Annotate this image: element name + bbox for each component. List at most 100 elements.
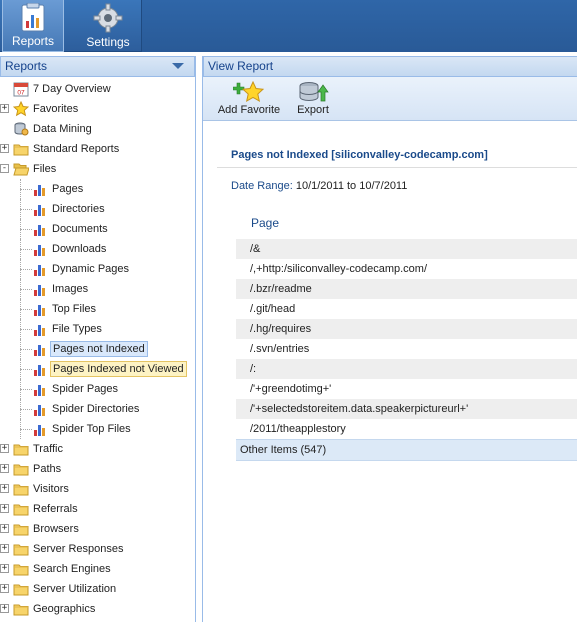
tree-node-label[interactable]: Paths (31, 461, 63, 477)
tree-node-images[interactable]: Images (0, 279, 194, 299)
tree-node-browsers[interactable]: + Browsers (0, 519, 194, 539)
tree-node-label[interactable]: Referrals (31, 501, 80, 517)
expand-toggle[interactable]: + (0, 504, 9, 513)
tree-node-favorites[interactable]: + Favorites (0, 99, 194, 119)
tree-node-label[interactable]: Dynamic Pages (50, 261, 131, 277)
add-favorite-button[interactable]: Add Favorite (217, 81, 281, 119)
tree-node-label[interactable]: 7 Day Overview (31, 81, 113, 97)
tree-node-label[interactable]: Spider Pages (50, 381, 120, 397)
tree-node-files[interactable]: - Files (0, 159, 194, 179)
tree-node-paths[interactable]: + Paths (0, 459, 194, 479)
expand-toggle[interactable]: + (0, 544, 9, 553)
expand-toggle[interactable]: + (0, 104, 9, 113)
tree-node-downloads[interactable]: Downloads (0, 239, 194, 259)
date-range-label: Date Range: (231, 180, 293, 192)
tree-node-server-responses[interactable]: + Server Responses (0, 539, 194, 559)
tree-node-standard-reports[interactable]: + Standard Reports (0, 139, 194, 159)
table-row[interactable]: /.svn/entries (236, 339, 577, 359)
table-row[interactable]: /.git/head (236, 299, 577, 319)
tree-node-documents[interactable]: Documents (0, 219, 194, 239)
tree-node-label[interactable]: Browsers (31, 521, 81, 537)
tree-node-label[interactable]: Spider Directories (50, 401, 141, 417)
tree-node-label[interactable]: Spider Top Files (50, 421, 133, 437)
tree-node-spider-directories[interactable]: Spider Directories (0, 399, 194, 419)
tree-node-visitors[interactable]: + Visitors (0, 479, 194, 499)
tree-node-label[interactable]: Standard Reports (31, 141, 121, 157)
tree-node-label[interactable]: Files (31, 161, 58, 177)
collapse-toggle[interactable]: - (0, 164, 9, 173)
tree-node-geographics[interactable]: + Geographics (0, 599, 194, 619)
export-button[interactable]: Export (293, 81, 333, 119)
tree-node-label[interactable]: Server Responses (31, 541, 126, 557)
tree-node-label[interactable]: Pages not Indexed (50, 341, 148, 357)
tree-node-label[interactable]: Documents (50, 221, 110, 237)
tree-node-label[interactable]: File Types (50, 321, 104, 337)
tree-node-pages-indexed-not-viewed[interactable]: Pages Indexed not Viewed (0, 359, 194, 379)
table-row[interactable]: /,+http:/siliconvalley-codecamp.com/ (236, 259, 577, 279)
top-toolbar: Reports Settings (0, 0, 577, 52)
reports-button[interactable]: Reports (2, 0, 64, 52)
tree-node-dynamic-pages[interactable]: Dynamic Pages (0, 259, 194, 279)
expand-toggle[interactable]: + (0, 144, 9, 153)
expand-toggle[interactable]: + (0, 484, 9, 493)
svg-text:07: 07 (17, 90, 25, 97)
tree-node-referrals[interactable]: + Referrals (0, 499, 194, 519)
view-report-header: View Report (203, 56, 577, 77)
add-favorite-label: Add Favorite (217, 104, 281, 116)
reports-panel-header: Reports (0, 56, 195, 77)
tree-connector (20, 329, 32, 330)
tree-node-data-mining[interactable]: Data Mining (0, 119, 194, 139)
tree-node-label[interactable]: Favorites (31, 101, 80, 117)
tree-node-spider-top-files[interactable]: Spider Top Files (0, 419, 194, 439)
tree-node-label[interactable]: Top Files (50, 301, 98, 317)
reports-panel: Reports 07 7 Day Overview + Favorites Data M… (0, 56, 196, 622)
tree-node-label[interactable]: Downloads (50, 241, 108, 257)
expand-toggle[interactable]: + (0, 604, 9, 613)
tree-node-pages[interactable]: Pages (0, 179, 194, 199)
tree-node-label[interactable]: Traffic (31, 441, 65, 457)
tree-node-label[interactable]: Data Mining (31, 121, 94, 137)
table-row[interactable]: /'+greendotimg+' (236, 379, 577, 399)
table-row[interactable]: /2011/theapplestory (236, 419, 577, 439)
tree-node-label[interactable]: Pages Indexed not Viewed (50, 361, 187, 377)
tree-node-server-utilization[interactable]: + Server Utilization (0, 579, 194, 599)
tree-node-search-engines[interactable]: + Search Engines (0, 559, 194, 579)
export-label: Export (297, 104, 329, 116)
bar-chart-icon (32, 341, 48, 357)
folder-icon (13, 441, 29, 457)
other-items-row[interactable]: Other Items (547) (236, 439, 577, 461)
tree-node-label[interactable]: Search Engines (31, 561, 113, 577)
tree-node-label[interactable]: Pages (50, 181, 85, 197)
tree-node-pages-not-indexed[interactable]: Pages not Indexed (0, 339, 194, 359)
bar-chart-icon (32, 261, 48, 277)
table-row[interactable]: /& (236, 239, 577, 259)
tree-node-label[interactable]: Server Utilization (31, 581, 118, 597)
bar-chart-icon (32, 281, 48, 297)
tree-node-directories[interactable]: Directories (0, 199, 194, 219)
collapse-arrow-icon[interactable] (172, 63, 184, 69)
expand-toggle[interactable]: + (0, 584, 9, 593)
settings-button[interactable]: Settings (77, 0, 139, 52)
table-row[interactable]: /.bzr/readme (236, 279, 577, 299)
table-row[interactable]: /: (236, 359, 577, 379)
tree-node-7-day-overview[interactable]: 07 7 Day Overview (0, 79, 194, 99)
tree-connector (20, 209, 32, 210)
tree-node-top-files[interactable]: Top Files (0, 299, 194, 319)
table-row[interactable]: /.hg/requires (236, 319, 577, 339)
tree-node-label[interactable]: Geographics (31, 601, 97, 617)
gear-icon (93, 3, 123, 33)
tree-node-label[interactable]: Visitors (31, 481, 71, 497)
tree-node-label[interactable]: Directories (50, 201, 107, 217)
page-column-header[interactable]: Page (251, 216, 279, 230)
tree-node-spider-pages[interactable]: Spider Pages (0, 379, 194, 399)
expand-toggle[interactable]: + (0, 524, 9, 533)
expand-toggle[interactable]: + (0, 444, 9, 453)
table-row[interactable]: /'+selectedstoreitem.data.speakerpicture… (236, 399, 577, 419)
tree-node-traffic[interactable]: + Traffic (0, 439, 194, 459)
bar-chart-icon (32, 381, 48, 397)
expand-toggle[interactable]: + (0, 464, 9, 473)
tree-node-label[interactable]: Images (50, 281, 90, 297)
expand-toggle[interactable]: + (0, 564, 9, 573)
tree-connector (20, 369, 32, 370)
tree-node-file-types[interactable]: File Types (0, 319, 194, 339)
